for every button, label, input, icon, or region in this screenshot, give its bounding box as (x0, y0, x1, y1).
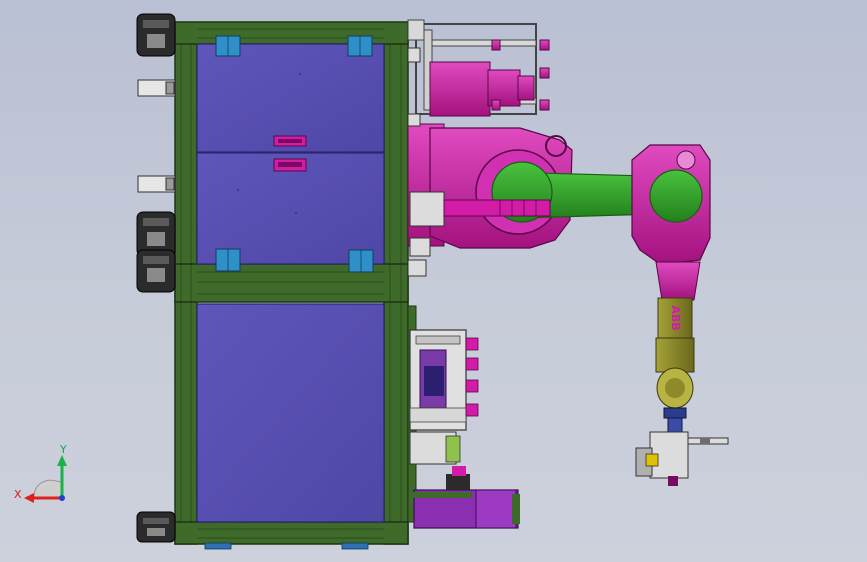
side-bracket (137, 79, 176, 193)
lower-panel[interactable] (196, 303, 385, 523)
robot-brand-label: ABB (669, 305, 682, 330)
gripper-tool[interactable] (635, 407, 729, 486)
robot-elbow[interactable] (631, 144, 711, 265)
frame-rail-bottom (174, 521, 409, 545)
coordinate-triad-icon: Y X (14, 443, 67, 503)
robot-forearm[interactable]: ABB (655, 261, 701, 409)
cad-viewport[interactable]: ABB Y X (0, 0, 867, 562)
drawer-handle-upper[interactable] (273, 135, 307, 147)
servo-motor[interactable] (429, 39, 550, 117)
triad-x-label: X (14, 488, 22, 501)
triad-y-label: Y (59, 443, 67, 456)
feeder-assembly[interactable] (412, 466, 520, 529)
frame-rail-top (174, 21, 409, 45)
drawer-handle-lower[interactable] (273, 158, 307, 172)
